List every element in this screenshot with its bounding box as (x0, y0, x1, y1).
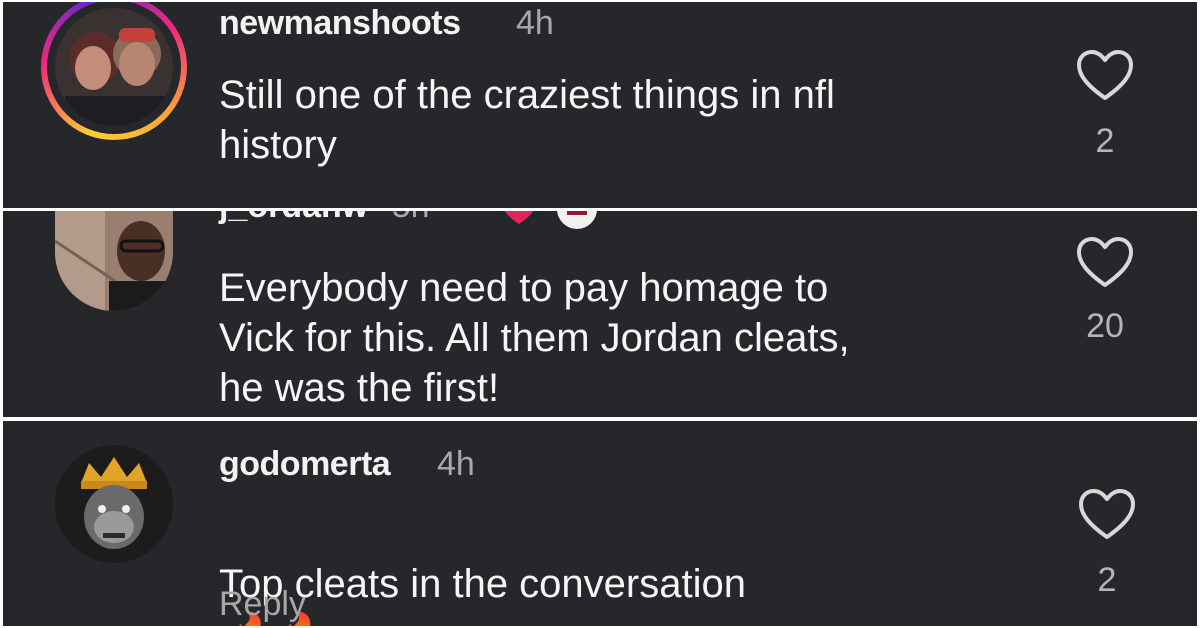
comment-username[interactable]: godomerta (219, 445, 391, 484)
heart-outline-icon[interactable] (1075, 48, 1135, 104)
creator-avatar-icon (557, 211, 597, 229)
comment-item: godomerta 4h Top cleats in the conversat… (3, 421, 1197, 626)
comment-username[interactable]: j_ordanw 5h (219, 211, 430, 226)
reply-button[interactable]: Reply (219, 585, 306, 624)
like-count: 2 (1097, 561, 1117, 599)
comment-timestamp: 4h (437, 445, 475, 483)
like-count: 20 (1086, 307, 1124, 345)
comment-text: Still one of the craziest things in nfl … (219, 73, 835, 167)
red-heart-icon (501, 211, 537, 225)
avatar[interactable] (55, 445, 173, 563)
comment-timestamp: 5h (392, 211, 430, 225)
avatar[interactable] (55, 8, 173, 126)
like-count: 2 (1095, 122, 1115, 160)
avatar[interactable] (55, 211, 173, 311)
comment-text: Everybody need to pay homage to Vick for… (219, 266, 850, 410)
comment-timestamp: 4h (516, 4, 554, 42)
heart-outline-icon[interactable] (1075, 235, 1135, 291)
comment-username[interactable]: newmanshoots (219, 4, 461, 43)
comment-item: newmanshoots 4h Still one of the crazies… (3, 2, 1197, 208)
heart-outline-icon[interactable] (1077, 487, 1137, 543)
comment-item: j_ordanw 5h Everybody need to pay homage… (3, 211, 1197, 417)
